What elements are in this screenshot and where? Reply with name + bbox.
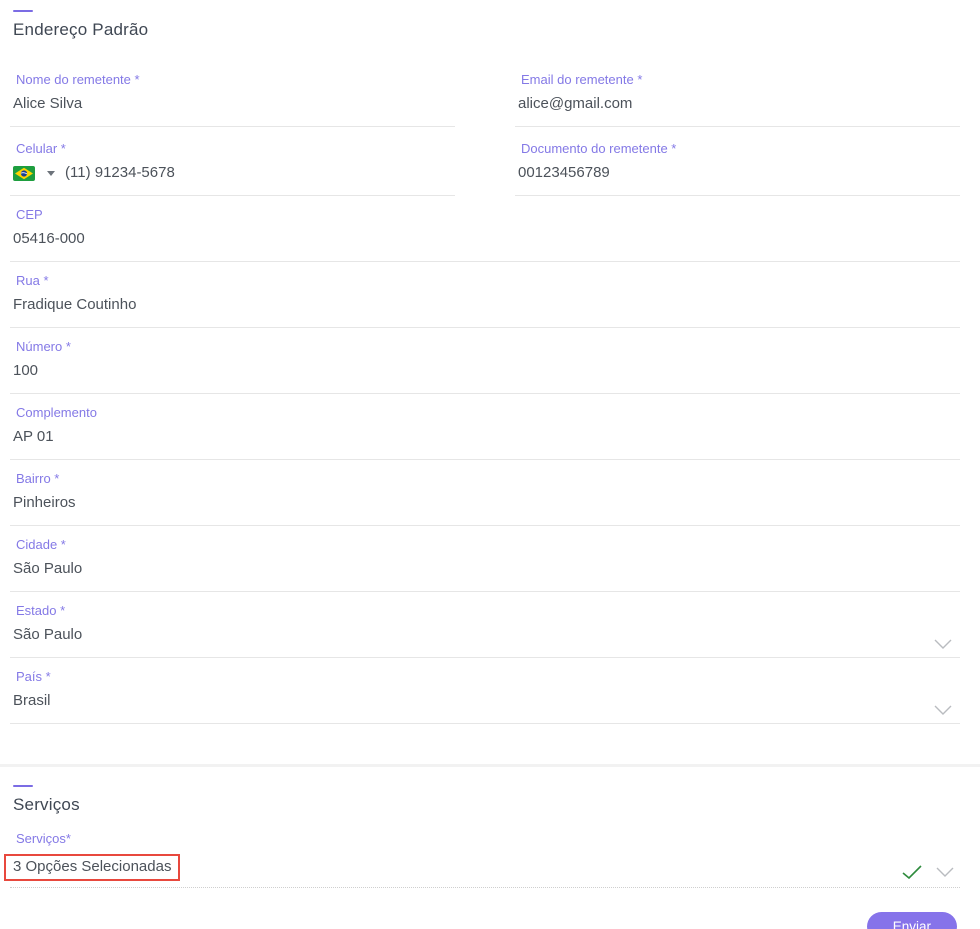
state-label: Estado *: [16, 603, 66, 618]
number-label: Número *: [16, 339, 71, 354]
address-form-page: Endereço Padrão Nome do remetente * Alic…: [0, 0, 980, 929]
section-accent-dash: [13, 10, 33, 12]
sender-document-label: Documento do remetente *: [521, 141, 677, 156]
chevron-down-icon[interactable]: [936, 867, 954, 877]
submit-button[interactable]: Enviar: [866, 912, 957, 929]
section-accent-dash: [13, 785, 33, 787]
field-cep[interactable]: CEP 05416-000: [10, 207, 960, 262]
sender-document-input[interactable]: 00123456789: [518, 163, 960, 183]
field-complement[interactable]: Complemento AP 01: [10, 405, 960, 460]
neighborhood-input[interactable]: Pinheiros: [13, 493, 960, 513]
neighborhood-label: Bairro *: [16, 471, 60, 486]
field-neighborhood[interactable]: Bairro * Pinheiros: [10, 471, 960, 526]
field-sender-name[interactable]: Nome do remetente * Alice Silva: [10, 72, 455, 127]
field-city[interactable]: Cidade * São Paulo: [10, 537, 960, 592]
services-select-value[interactable]: 3 Opções Selecionadas: [13, 858, 171, 875]
complement-input[interactable]: AP 01: [13, 427, 960, 447]
complement-label: Complemento: [16, 405, 97, 420]
cep-input[interactable]: 05416-000: [13, 229, 960, 249]
field-number[interactable]: Número * 100: [10, 339, 960, 394]
caret-down-icon[interactable]: [47, 170, 55, 176]
country-label: País *: [16, 669, 51, 684]
cep-label: CEP: [16, 207, 43, 222]
sender-name-input[interactable]: Alice Silva: [13, 94, 455, 114]
country-select[interactable]: Brasil: [13, 691, 960, 711]
highlight-box: 3 Opções Selecionadas: [4, 853, 181, 881]
check-icon: [902, 865, 922, 879]
sender-email-label: Email do remetente *: [521, 72, 643, 87]
city-label: Cidade *: [16, 537, 66, 552]
sender-email-input[interactable]: alice@gmail.com: [518, 94, 960, 114]
address-section-title: Endereço Padrão: [13, 20, 149, 39]
sender-name-label: Nome do remetente *: [16, 72, 140, 87]
field-services[interactable]: Serviços* 3 Opções Selecionadas: [4, 831, 960, 888]
services-section-title: Serviços: [13, 795, 80, 814]
field-country[interactable]: País * Brasil: [10, 669, 960, 724]
field-state[interactable]: Estado * São Paulo: [10, 603, 960, 658]
brazil-flag-icon[interactable]: [13, 165, 35, 181]
field-sender-email[interactable]: Email do remetente * alice@gmail.com: [515, 72, 960, 127]
section-divider: [0, 764, 980, 767]
field-street[interactable]: Rua * Fradique Coutinho: [10, 273, 960, 328]
chevron-down-icon[interactable]: [934, 705, 952, 715]
phone-input[interactable]: (11) 91234-5678: [65, 163, 175, 183]
field-phone[interactable]: Celular * (11) 91234-5678: [10, 141, 455, 196]
state-select[interactable]: São Paulo: [13, 625, 960, 645]
phone-label: Celular *: [16, 141, 66, 156]
chevron-down-icon[interactable]: [934, 639, 952, 649]
street-label: Rua *: [16, 273, 49, 288]
number-input[interactable]: 100: [13, 361, 960, 381]
street-input[interactable]: Fradique Coutinho: [13, 295, 960, 315]
field-sender-document[interactable]: Documento do remetente * 00123456789: [515, 141, 960, 196]
services-label: Serviços*: [16, 831, 71, 846]
city-input[interactable]: São Paulo: [13, 559, 960, 579]
